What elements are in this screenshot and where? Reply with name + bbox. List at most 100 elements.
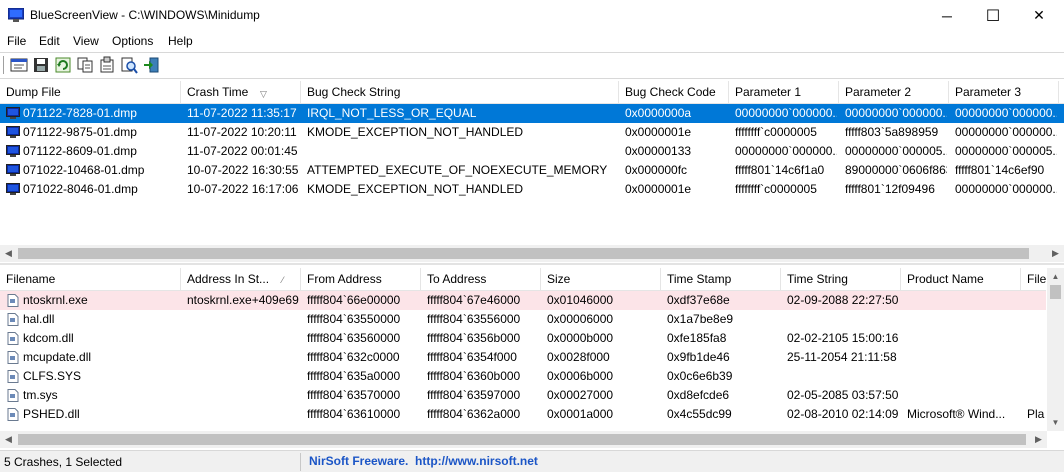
pane-splitter[interactable] [0, 263, 1064, 265]
driver-cell: 0xdf37e68e [667, 293, 730, 307]
properties-icon[interactable] [10, 56, 28, 74]
driver-cell: 0x1a7be8e9 [667, 312, 734, 326]
driver-row[interactable]: ntoskrnl.exe ntoskrnl.exe+409e69 fffff804`… [0, 291, 1046, 310]
col-product-name[interactable]: Product Name [901, 268, 1021, 291]
dump-file-icon [6, 145, 20, 157]
col-dump-file[interactable]: Dump File [0, 81, 181, 104]
crash-row[interactable]: 071122-8609-01.dmp 11-07-2022 00:01:45 0x0… [0, 142, 1064, 161]
copy-icon[interactable] [76, 56, 94, 74]
menu-help[interactable]: Help [168, 34, 193, 48]
driver-list-scroll-thumb[interactable] [18, 434, 1026, 445]
scroll-right-icon[interactable]: ▶ [1047, 245, 1064, 262]
col-time-string[interactable]: Time String [781, 268, 901, 291]
driver-list-hscrollbar[interactable]: ◀ ▶ [0, 431, 1047, 448]
save-icon[interactable] [32, 56, 50, 74]
driver-list-header: Filename Address In St... ⁄ From Address … [0, 268, 1046, 291]
menu-file[interactable]: File [7, 34, 26, 48]
crash-row[interactable]: 071122-9875-01.dmp 11-07-2022 10:20:11 KMO… [0, 123, 1064, 142]
driver-cell [907, 386, 1019, 405]
scroll-up-icon[interactable]: ▲ [1047, 268, 1064, 285]
scroll-left-icon[interactable]: ◀ [0, 245, 17, 262]
crash-cell: KMODE_EXCEPTION_NOT_HANDLED [307, 182, 524, 196]
driver-cell: fffff804`67e46000 [427, 293, 521, 307]
crash-row[interactable]: 071022-10468-01.dmp 10-07-2022 16:30:55 AT… [0, 161, 1064, 180]
driver-cell [907, 291, 1019, 310]
menu-edit[interactable]: Edit [39, 34, 60, 48]
driver-cell [1027, 310, 1046, 329]
menu-view[interactable]: View [73, 34, 99, 48]
driver-row[interactable]: CLFS.SYS fffff804`635a0000 fffff804`6360b0… [0, 367, 1046, 386]
sort-descending-icon: ▽ [260, 89, 267, 99]
driver-list[interactable]: Filename Address In St... ⁄ From Address … [0, 268, 1046, 431]
col-bug-check-string[interactable]: Bug Check String [301, 81, 619, 104]
crash-list[interactable]: Dump File Crash Time ▽ Bug Check String B… [0, 81, 1064, 262]
col-crash-time[interactable]: Crash Time ▽ [181, 81, 301, 104]
refresh-icon[interactable] [54, 56, 72, 74]
col-file[interactable]: File [1021, 268, 1046, 291]
col-filename[interactable]: Filename [0, 268, 181, 291]
driver-cell: hal.dll [23, 312, 55, 326]
driver-cell: 0x4c55dc99 [667, 407, 732, 421]
driver-cell: fffff804`63560000 [307, 331, 401, 345]
crash-cell: 00000000`000005... [955, 144, 1057, 158]
col-bug-check-code[interactable]: Bug Check Code [619, 81, 729, 104]
driver-cell: fffff804`63556000 [427, 312, 521, 326]
driver-cell: ntoskrnl.exe+409e69 [187, 293, 299, 307]
title-bar: BlueScreenView - C:\WINDOWS\Minidump ─ ☐… [0, 0, 1064, 31]
crash-row[interactable]: 071022-8046-01.dmp 10-07-2022 16:17:06 KMO… [0, 180, 1064, 199]
col-from-address[interactable]: From Address [301, 268, 421, 291]
find-icon[interactable] [120, 56, 138, 74]
exit-icon[interactable] [142, 56, 160, 74]
nirsoft-link[interactable]: NirSoft Freeware. http://www.nirsoft.net [309, 454, 538, 468]
col-address-in-stack[interactable]: Address In St... ⁄ [181, 268, 301, 291]
driver-list-vscroll-thumb[interactable] [1050, 285, 1061, 299]
driver-row[interactable]: tm.sys fffff804`63570000 fffff804`63597000… [0, 386, 1046, 405]
scroll-left-icon[interactable]: ◀ [0, 431, 17, 448]
scroll-right-icon[interactable]: ▶ [1030, 431, 1047, 448]
driver-cell: 0x00006000 [547, 312, 614, 326]
driver-cell: 0xfe185fa8 [667, 331, 727, 345]
driver-cell: fffff804`63570000 [307, 388, 401, 402]
report-icon[interactable] [98, 56, 116, 74]
driver-cell: fffff804`63550000 [307, 312, 401, 326]
driver-cell [187, 405, 299, 424]
driver-cell [187, 348, 299, 367]
crash-cell: 071022-8046-01.dmp [23, 182, 138, 196]
col-parameter-1[interactable]: Parameter 1 [729, 81, 839, 104]
col-to-address[interactable]: To Address [421, 268, 541, 291]
driver-row[interactable]: kdcom.dll fffff804`63560000 fffff804`6356b… [0, 329, 1046, 348]
driver-row[interactable]: PSHED.dll fffff804`63610000 fffff804`6362a… [0, 405, 1046, 424]
driver-cell: 0xd8efcde6 [667, 388, 730, 402]
driver-cell: 0x9fb1de46 [667, 350, 730, 364]
dump-file-icon [6, 183, 20, 195]
driver-cell: fffff804`6354f000 [427, 350, 517, 364]
crash-list-hscrollbar[interactable]: ◀ ▶ [0, 245, 1064, 262]
crash-row[interactable]: 071122-7828-01.dmp 11-07-2022 11:35:17 IRQ… [0, 104, 1064, 123]
dump-file-icon [6, 126, 20, 138]
col-size[interactable]: Size [541, 268, 661, 291]
driver-cell [1027, 386, 1046, 405]
scroll-down-icon[interactable]: ▼ [1047, 414, 1064, 431]
driver-cell: ntoskrnl.exe [23, 293, 88, 307]
driver-cell [1027, 348, 1046, 367]
crash-list-scroll-thumb[interactable] [18, 248, 1029, 259]
crash-cell: ATTEMPTED_EXECUTE_OF_NOEXECUTE_MEMORY [307, 163, 608, 177]
driver-file-icon [7, 370, 19, 383]
driver-row[interactable]: hal.dll fffff804`63550000 fffff804`6355600… [0, 310, 1046, 329]
minimize-button[interactable]: ─ [924, 0, 970, 31]
col-time-stamp[interactable]: Time Stamp [661, 268, 781, 291]
driver-list-vscrollbar[interactable]: ▲ ▼ [1047, 268, 1064, 431]
crash-cell: 00000000`000000... [955, 106, 1057, 120]
driver-cell: PSHED.dll [23, 407, 80, 421]
driver-cell: 25-11-2054 21:11:58 [787, 350, 897, 364]
menu-options[interactable]: Options [112, 34, 153, 48]
driver-row[interactable]: mcupdate.dll fffff804`632c0000 fffff804`63… [0, 348, 1046, 367]
crash-cell: KMODE_EXCEPTION_NOT_HANDLED [307, 125, 524, 139]
crash-cell: 071122-9875-01.dmp [23, 125, 137, 139]
col-parameter-3[interactable]: Parameter 3 [949, 81, 1059, 104]
close-button[interactable]: ✕ [1016, 0, 1062, 31]
col-parameter-2[interactable]: Parameter 2 [839, 81, 949, 104]
maximize-button[interactable]: ☐ [970, 0, 1016, 31]
driver-cell: kdcom.dll [23, 331, 74, 345]
driver-cell [187, 329, 299, 348]
